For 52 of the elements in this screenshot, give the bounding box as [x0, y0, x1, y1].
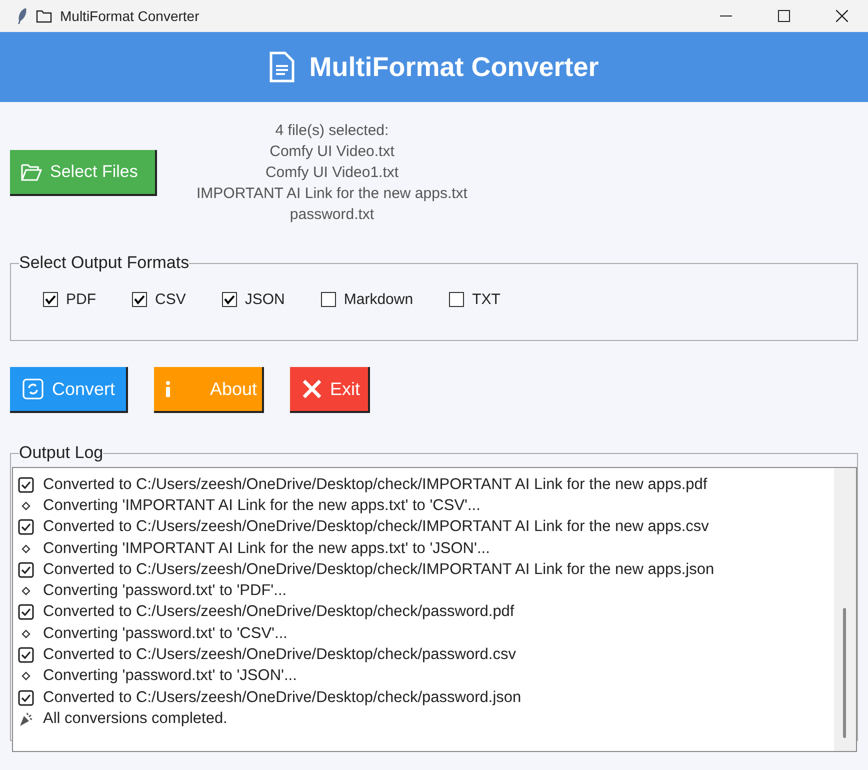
maximize-icon[interactable] — [778, 10, 790, 22]
app-title: MultiFormat Converter — [309, 52, 599, 82]
close-icon — [302, 379, 322, 399]
log-line: Converted to C:/Users/zeesh/OneDrive/Desktop/check/password.pdf — [43, 603, 514, 622]
checkbox[interactable] — [320, 292, 336, 307]
checkbox[interactable] — [132, 292, 147, 307]
checkbox-label: Markdown — [344, 291, 414, 308]
group-title: Output Log — [19, 443, 104, 463]
checkbox-tick-icon — [18, 519, 34, 536]
checkbox-label: TXT — [472, 291, 500, 308]
about-button[interactable]: About — [154, 367, 264, 413]
checkbox-tick-icon — [18, 476, 34, 493]
log-line: Converting 'password.txt' to 'CSV'... — [43, 624, 288, 643]
file-list-line: IMPORTANT AI Link for the new apps.txt — [196, 184, 468, 204]
log-line: Converting 'IMPORTANT AI Link for the new apps.txt' to 'JSON'... — [43, 540, 490, 558]
checkbox[interactable] — [449, 292, 464, 307]
checkbox-label: PDF — [66, 291, 96, 308]
checkbox-label: CSV — [155, 291, 186, 308]
log-line: Converting 'IMPORTANT AI Link for the new apps.txt' to 'CSV'... — [43, 496, 480, 515]
log-line: Converted to C:/Users/zeesh/OneDrive/Desktop/check/IMPORTANT AI Link for the new apps.csv — [43, 518, 709, 536]
exit-button[interactable]: Exit — [290, 367, 370, 413]
feather-icon — [16, 7, 28, 25]
group-title: Select Output Formats — [19, 253, 190, 273]
checkbox-tick-icon — [18, 690, 34, 706]
convert-button[interactable]: Convert — [10, 367, 128, 413]
file-list-line: password.txt — [290, 205, 374, 225]
window-title: MultiFormat Converter — [60, 8, 200, 24]
log-line: All conversions completed. — [43, 710, 228, 728]
log-line: Converted to C:/Users/zeesh/OneDrive/Desktop/check/password.json — [43, 688, 522, 707]
checkbox-tick-icon — [18, 604, 34, 620]
checkbox-tick-icon — [18, 647, 34, 664]
folder-icon — [36, 9, 52, 23]
checkbox[interactable] — [222, 292, 237, 307]
file-list-line: Comfy UI Video1.txt — [265, 163, 399, 183]
log-line: Converted to C:/Users/zeesh/OneDrive/Desktop/check/password.csv — [43, 646, 516, 664]
log-line: Converted to C:/Users/zeesh/OneDrive/Desktop/check/IMPORTANT AI Link for the new apps.json — [43, 560, 714, 579]
select-files-button[interactable]: Select Files — [10, 150, 157, 196]
party-popper-icon — [18, 710, 34, 727]
folder-icon — [20, 162, 42, 182]
log-line: Converting 'password.txt' to 'JSON'... — [43, 667, 297, 686]
file-list-line: 4 file(s) selected: — [275, 121, 389, 141]
document-icon — [269, 51, 296, 83]
log-line: Converted to C:/Users/zeesh/OneDrive/Desktop/check/IMPORTANT AI Link for the new apps.pdf — [43, 476, 708, 494]
scrollbar[interactable] — [834, 468, 856, 751]
file-list-line: Comfy UI Video.txt — [270, 142, 394, 162]
checkbox[interactable] — [43, 292, 58, 307]
refresh-icon — [22, 378, 44, 400]
checkbox-tick-icon — [18, 562, 34, 578]
checkbox-label: JSON — [244, 291, 285, 308]
log-line: Converting 'password.txt' to 'PDF'... — [43, 582, 287, 600]
close-icon[interactable] — [836, 10, 848, 22]
info-icon — [164, 380, 172, 398]
